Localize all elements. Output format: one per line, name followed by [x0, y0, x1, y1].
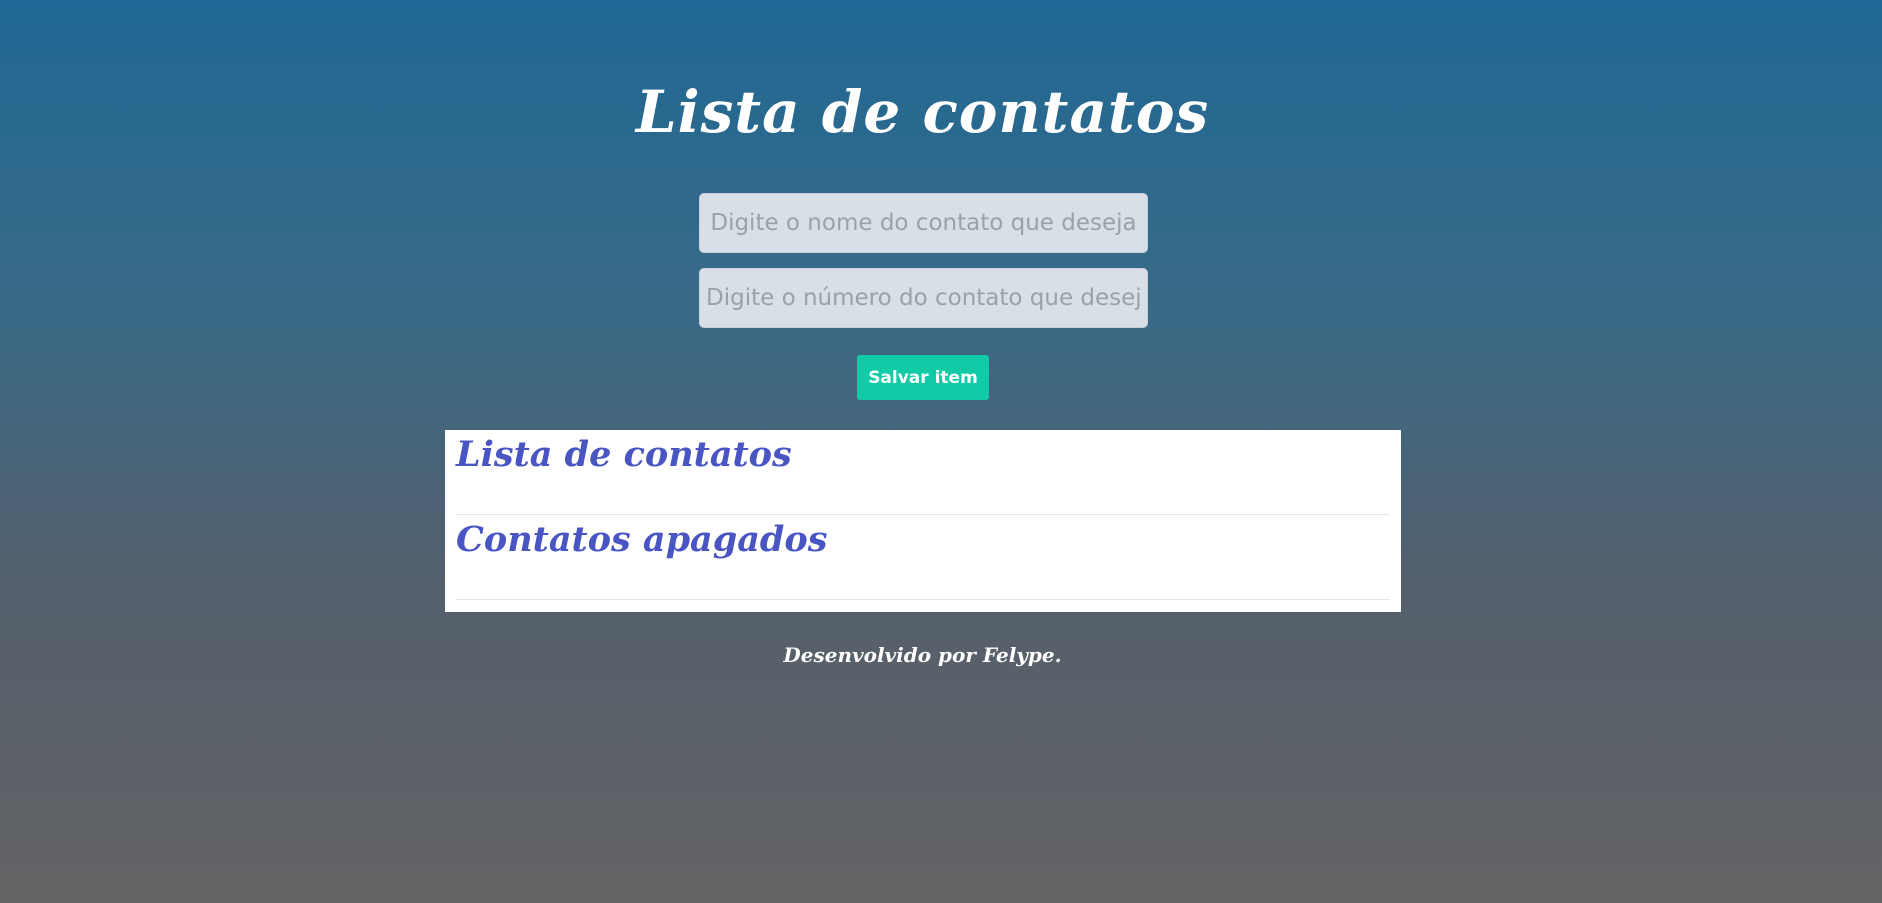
save-item-button[interactable]: Salvar item: [857, 355, 989, 400]
active-contacts-section: Lista de contatos: [456, 430, 1390, 515]
deleted-contacts-heading: Contatos apagados: [456, 519, 828, 560]
contact-number-input[interactable]: [699, 268, 1148, 328]
footer-credit: Desenvolvido por Felype.: [783, 643, 1062, 667]
contacts-panel: Lista de contatos Contatos apagados: [445, 430, 1401, 612]
deleted-contacts-section: Contatos apagados: [456, 515, 1390, 600]
page-title: Lista de contatos: [635, 78, 1210, 146]
contact-name-input[interactable]: [699, 193, 1148, 253]
active-contacts-heading: Lista de contatos: [456, 434, 792, 475]
